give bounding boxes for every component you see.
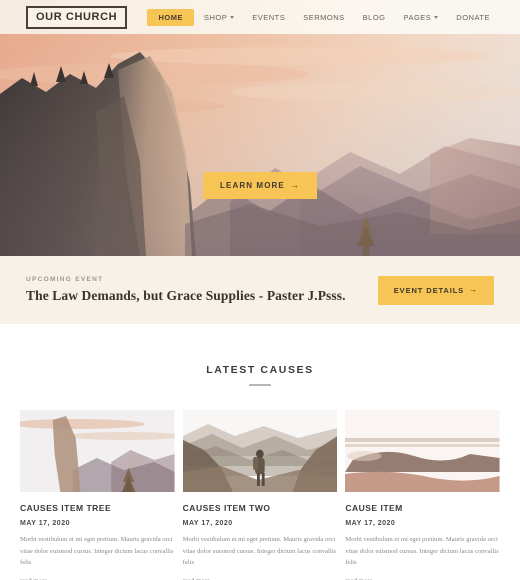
nav-item-donate[interactable]: DONATE bbox=[448, 9, 498, 26]
nav-item-label: SERMONS bbox=[303, 12, 345, 22]
cause-card[interactable]: CAUSE ITEM MAY 17, 2020 Morbi vestibulum e… bbox=[345, 410, 500, 580]
cause-card-date: MAY 17, 2020 bbox=[182, 520, 233, 527]
cause-card-title: CAUSE ITEM bbox=[345, 503, 403, 513]
nav-item-label: BLOG bbox=[362, 12, 386, 22]
event-details-label: EVENT DETAILS bbox=[393, 285, 465, 295]
cause-card-title: CAUSES ITEM TREE bbox=[20, 503, 112, 513]
cause-card-image[interactable] bbox=[20, 410, 175, 492]
event-title: The Law Demands, but Grace Supplies - Pa… bbox=[26, 288, 346, 303]
cause-card-excerpt: Morbi vestibulum et mi eget pretium. Mau… bbox=[20, 536, 174, 567]
site-logo-text: OUR CHURCH bbox=[36, 10, 118, 23]
latest-causes-section: LATEST CAUSES CAUSES ITEM TREE MAY 17, 20… bbox=[0, 324, 520, 580]
arrow-right-icon: → bbox=[469, 285, 478, 294]
nav-item-label: HOME bbox=[158, 12, 183, 22]
hero-image bbox=[0, 34, 520, 256]
cause-card-date: MAY 17, 2020 bbox=[20, 520, 70, 527]
nav-item-home[interactable]: HOME bbox=[147, 8, 194, 26]
cause-card-excerpt: Morbi vestibulum et mi eget pretium. Mau… bbox=[182, 536, 337, 567]
cause-card-title: CAUSES ITEM TWO bbox=[182, 503, 271, 513]
cause-card[interactable]: CAUSES ITEM TWO MAY 17, 2020 Morbi vestibu… bbox=[182, 410, 338, 580]
nav-item-events[interactable]: EVENTS bbox=[244, 9, 293, 26]
nav-item-sermons[interactable]: SERMONS bbox=[295, 9, 352, 26]
event-details-button[interactable]: EVENT DETAILS → bbox=[377, 275, 494, 305]
chevron-down-icon bbox=[434, 15, 439, 19]
nav-item-label: EVENTS bbox=[252, 12, 286, 22]
cause-card-image[interactable] bbox=[183, 410, 338, 492]
site-header: OUR CHURCH HOME SHOP EVENTS SERMONS BLOG PAGE… bbox=[0, 0, 520, 34]
nav-item-blog[interactable]: BLOG bbox=[355, 9, 394, 26]
event-kicker: UPCOMING EVENT bbox=[26, 276, 104, 283]
arrow-right-icon: → bbox=[290, 180, 300, 190]
cause-card-excerpt: Morbi vestibulum et mi eget pretium. Mau… bbox=[345, 536, 499, 567]
chevron-down-icon bbox=[230, 15, 235, 19]
cause-card-image[interactable] bbox=[345, 410, 500, 492]
hero-banner: LEARN MORE → bbox=[0, 34, 520, 256]
section-header: LATEST CAUSES bbox=[0, 364, 520, 386]
nav-item-shop[interactable]: SHOP bbox=[196, 9, 242, 26]
hero-cta-container: LEARN MORE → bbox=[0, 172, 520, 199]
nav-item-label: DONATE bbox=[456, 12, 490, 22]
nav-item-pages[interactable]: PAGES bbox=[396, 9, 447, 26]
main-navigation: HOME SHOP EVENTS SERMONS BLOG PAGES DONATE bbox=[147, 8, 498, 26]
page-title: LATEST CAUSES bbox=[206, 364, 314, 376]
cause-card[interactable]: CAUSES ITEM TREE MAY 17, 2020 Morbi vestib… bbox=[20, 410, 175, 580]
event-text-group: UPCOMING EVENT The Law Demands, but Grac… bbox=[26, 276, 378, 304]
nav-item-label: PAGES bbox=[403, 12, 432, 22]
learn-more-button[interactable]: LEARN MORE → bbox=[203, 172, 317, 199]
causes-card-list: CAUSES ITEM TREE MAY 17, 2020 Morbi vestib… bbox=[0, 386, 520, 580]
site-logo[interactable]: OUR CHURCH bbox=[26, 5, 128, 29]
learn-more-label: LEARN MORE bbox=[220, 181, 285, 190]
nav-item-label: SHOP bbox=[203, 12, 228, 22]
cause-card-date: MAY 17, 2020 bbox=[345, 520, 396, 527]
upcoming-event-band: UPCOMING EVENT The Law Demands, but Grac… bbox=[0, 256, 520, 324]
